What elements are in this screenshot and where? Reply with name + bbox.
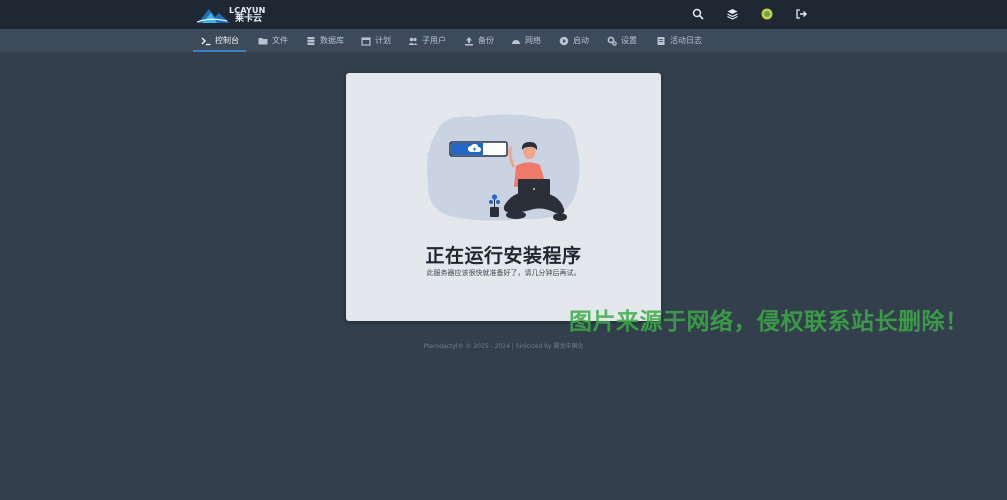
- tab-schedules[interactable]: 计划: [361, 29, 391, 52]
- active-tab-indicator: [193, 50, 246, 52]
- database-icon: [306, 36, 316, 46]
- folder-icon: [258, 36, 268, 46]
- log-icon: [656, 36, 666, 46]
- footer-copyright: Pterodactyl® © 2015 - 2024 | Sinicized b…: [423, 343, 584, 350]
- installing-illustration: [427, 114, 580, 221]
- tab-label: 文件: [272, 36, 288, 45]
- watermark-text: 图片来源于网络，侵权联系站长删除！: [569, 309, 969, 335]
- upload-icon: [464, 36, 474, 46]
- tab-label: 设置: [621, 36, 637, 45]
- top-bar: LCAYUN 莱卡云: [0, 0, 1007, 29]
- installing-card: 正在运行安装程序 此服务器应该很快就准备好了，请几分钟后再试。: [346, 73, 661, 321]
- search-icon[interactable]: [692, 8, 706, 22]
- installing-title: 正在运行安装程序: [425, 245, 582, 267]
- terminal-icon: [201, 36, 211, 46]
- calendar-icon: [361, 36, 371, 46]
- tab-network[interactable]: 网络: [511, 29, 541, 52]
- tab-subusers[interactable]: 子用户: [408, 29, 446, 52]
- tab-settings[interactable]: 设置: [607, 29, 637, 52]
- tab-label: 启动: [573, 36, 589, 45]
- tab-label: 计划: [375, 36, 391, 45]
- tab-databases[interactable]: 数据库: [306, 29, 344, 52]
- tab-backups[interactable]: 备份: [464, 29, 494, 52]
- tab-label: 子用户: [422, 36, 446, 45]
- logo-mark-icon: [197, 9, 230, 23]
- tab-label: 控制台: [215, 36, 239, 45]
- cogs-icon: [607, 36, 617, 46]
- tab-label: 备份: [478, 36, 494, 45]
- installing-subtitle: 此服务器应该很快就准备好了，请几分钟后再试。: [426, 269, 581, 277]
- sign-out-icon[interactable]: [795, 8, 809, 22]
- brand-chinese-text: 莱卡云: [235, 14, 263, 24]
- avatar[interactable]: [761, 8, 775, 22]
- tab-label: 活动日志: [670, 36, 702, 45]
- tab-startup[interactable]: 启动: [559, 29, 589, 52]
- server-nav: 控制台 文件 数据库 计划 子用户 备份 网络 启动 设置 活动日志: [0, 29, 1007, 52]
- brand-logo[interactable]: LCAYUN 莱卡云: [197, 5, 269, 25]
- layers-icon[interactable]: [727, 8, 741, 22]
- tab-label: 数据库: [320, 36, 344, 45]
- tab-label: 网络: [525, 36, 541, 45]
- tab-console[interactable]: 控制台: [201, 29, 239, 52]
- network-icon: [511, 36, 521, 46]
- users-icon: [408, 36, 418, 46]
- tab-activity-log[interactable]: 活动日志: [656, 29, 702, 52]
- tab-files[interactable]: 文件: [258, 29, 288, 52]
- play-icon: [559, 36, 569, 46]
